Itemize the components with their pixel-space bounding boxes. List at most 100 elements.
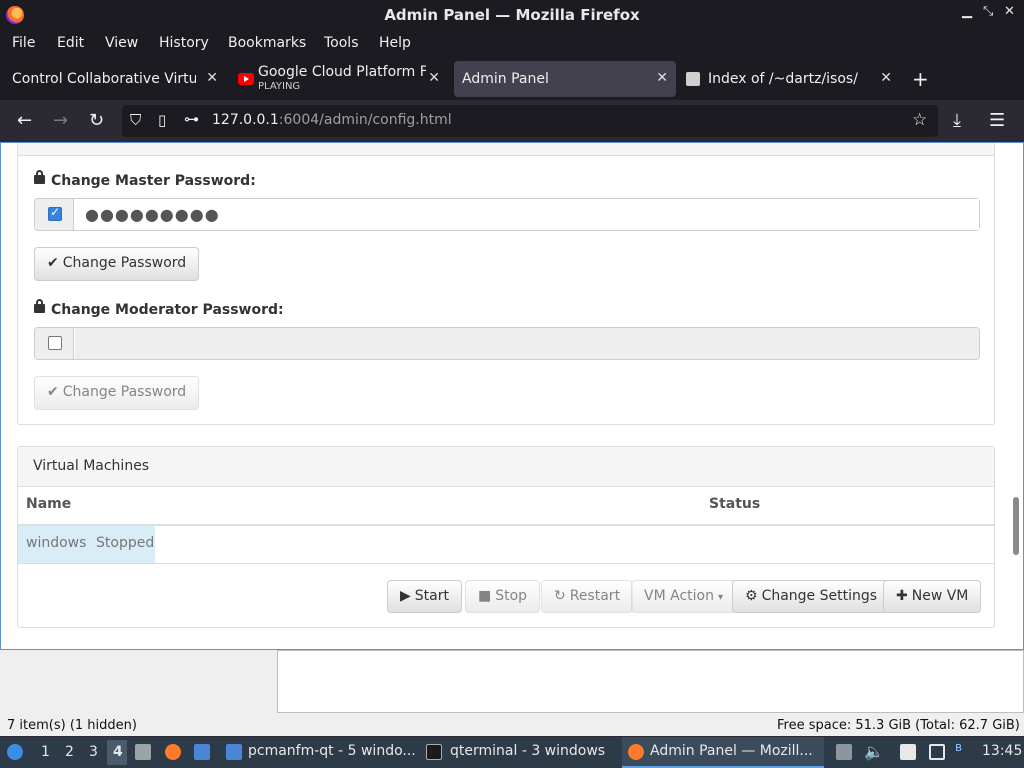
gear-icon: ⚙ bbox=[745, 588, 758, 604]
tab-google-cloud[interactable]: Google Cloud Platform Fr PLAYING ✕ bbox=[232, 61, 448, 97]
menu-edit[interactable]: Edit bbox=[57, 35, 84, 51]
table-row[interactable]: windows Stopped bbox=[18, 526, 155, 563]
lock-icon bbox=[34, 299, 45, 313]
workspace-1[interactable]: 1 bbox=[41, 744, 50, 760]
change-settings-button[interactable]: ⚙ Change Settings bbox=[732, 580, 891, 613]
terminal-icon bbox=[426, 744, 442, 760]
table-row-divider bbox=[18, 563, 994, 564]
new-tab-icon[interactable]: + bbox=[912, 67, 929, 91]
maximize-icon[interactable]: ⤡ bbox=[983, 4, 993, 19]
clipboard-icon[interactable] bbox=[900, 744, 916, 760]
tab-title: Control Collaborative Virtual bbox=[12, 71, 196, 87]
back-icon[interactable]: ← bbox=[17, 110, 32, 131]
window-titlebar: Admin Panel — Mozilla Firefox ▁ ⤡ ✕ bbox=[0, 0, 1024, 30]
forward-icon[interactable]: → bbox=[53, 110, 68, 131]
stop-icon: ■ bbox=[478, 588, 492, 604]
directory-icon bbox=[686, 72, 700, 86]
workspace-2[interactable]: 2 bbox=[65, 744, 74, 760]
tab-title: Admin Panel bbox=[462, 71, 549, 87]
master-password-input[interactable] bbox=[75, 199, 979, 230]
tab-index-isos[interactable]: Index of /~dartz/isos/ ✕ bbox=[682, 61, 900, 97]
tray-app-icon[interactable] bbox=[836, 744, 852, 760]
caret-down-icon: ▾ bbox=[717, 592, 723, 603]
page-icon[interactable]: ▯ bbox=[158, 111, 166, 129]
password-panel: Change Master Password: ✔Change Password… bbox=[17, 143, 995, 425]
change-moderator-password-button[interactable]: ✔ Change Password bbox=[34, 376, 200, 410]
clock[interactable]: 13:45 bbox=[982, 743, 1022, 759]
play-icon: ▶ bbox=[400, 588, 411, 604]
moderator-password-input[interactable] bbox=[75, 328, 979, 359]
menu-tools[interactable]: Tools bbox=[324, 35, 359, 51]
menu-history[interactable]: History bbox=[159, 35, 209, 51]
vm-status-cell: Stopped bbox=[96, 535, 155, 551]
task-qterminal[interactable]: qterminal - 3 windows bbox=[450, 743, 605, 759]
moderator-password-group bbox=[34, 327, 980, 360]
close-tab-icon[interactable]: ✕ bbox=[880, 70, 892, 86]
tab-playing-label: PLAYING bbox=[258, 81, 301, 92]
refresh-icon: ↻ bbox=[554, 588, 566, 604]
url-bar[interactable]: ⛉ ▯ ⊶ 127.0.0.1:6004/admin/config.html ☆ bbox=[122, 105, 938, 137]
network-icon[interactable] bbox=[929, 744, 945, 760]
lock-icon bbox=[34, 170, 45, 184]
stop-vm-button[interactable]: ■ Stop bbox=[465, 580, 541, 613]
close-tab-icon[interactable]: ✕ bbox=[206, 70, 218, 86]
master-password-toggle bbox=[35, 199, 74, 230]
firefox-launcher-icon[interactable] bbox=[165, 744, 181, 760]
vm-panel-header: Virtual Machines bbox=[18, 447, 994, 487]
vm-action-dropdown[interactable]: VM Action ▾ bbox=[631, 580, 736, 613]
file-manager-window bbox=[0, 650, 1024, 716]
plus-icon: ✚ bbox=[896, 588, 908, 604]
volume-icon[interactable]: 🔈 bbox=[864, 742, 884, 761]
navigation-bar: ← → ↻ ⛉ ▯ ⊶ 127.0.0.1:6004/admin/config.… bbox=[0, 100, 1024, 142]
start-menu-icon[interactable] bbox=[7, 744, 23, 760]
panel-header bbox=[18, 143, 994, 156]
moderator-password-label: Change Moderator Password: bbox=[34, 299, 284, 318]
file-manager-launcher-icon[interactable] bbox=[135, 744, 151, 760]
tab-title: Google Cloud Platform Fr bbox=[258, 64, 426, 80]
youtube-icon bbox=[238, 73, 254, 85]
task-firefox-label: Admin Panel — Mozill... bbox=[650, 743, 813, 759]
moderator-password-checkbox[interactable] bbox=[48, 336, 62, 350]
virtual-machines-panel: Virtual Machines Name Status windows Sto… bbox=[17, 446, 995, 628]
close-tab-icon[interactable]: ✕ bbox=[428, 70, 440, 86]
free-space-status: Free space: 51.3 GiB (Total: 62.7 GiB) bbox=[777, 718, 1020, 733]
reload-icon[interactable]: ↻ bbox=[89, 110, 104, 131]
minimize-icon[interactable]: ▁ bbox=[962, 4, 972, 19]
page-scrollbar-thumb[interactable] bbox=[1013, 497, 1019, 555]
close-window-icon[interactable]: ✕ bbox=[1004, 4, 1015, 19]
tab-control-collaborative[interactable]: Control Collaborative Virtual ✕ bbox=[4, 61, 226, 97]
folder-icon bbox=[226, 744, 242, 760]
bluetooth-icon[interactable]: ʙ bbox=[955, 740, 962, 754]
restart-vm-button[interactable]: ↻ Restart bbox=[541, 580, 634, 613]
check-icon: ✔ bbox=[47, 255, 59, 271]
file-manager-statusbar: 7 item(s) (1 hidden) Free space: 51.3 Gi… bbox=[0, 716, 1024, 736]
url-text[interactable]: 127.0.0.1:6004/admin/config.html bbox=[212, 112, 452, 128]
app-menu-icon[interactable]: ☰ bbox=[989, 110, 1005, 131]
desktop-icon[interactable] bbox=[194, 744, 210, 760]
close-tab-icon[interactable]: ✕ bbox=[656, 70, 668, 86]
firefox-icon bbox=[628, 744, 644, 760]
start-vm-button[interactable]: ▶ Start bbox=[387, 580, 462, 613]
tab-title: Index of /~dartz/isos/ bbox=[708, 71, 858, 87]
menu-help[interactable]: Help bbox=[379, 35, 411, 51]
downloads-icon[interactable]: ⤓ bbox=[953, 110, 961, 131]
new-vm-button[interactable]: ✚ New VM bbox=[883, 580, 982, 613]
master-password-checkbox[interactable] bbox=[48, 205, 62, 221]
file-manager-view[interactable] bbox=[277, 650, 1024, 713]
tab-bar: Control Collaborative Virtual ✕ Google C… bbox=[0, 58, 1024, 100]
check-icon: ✔ bbox=[47, 384, 59, 400]
bookmark-star-icon[interactable]: ☆ bbox=[912, 110, 927, 130]
menu-bookmarks[interactable]: Bookmarks bbox=[228, 35, 306, 51]
page-content: Change Master Password: ✔Change Password… bbox=[0, 142, 1024, 650]
menu-view[interactable]: View bbox=[105, 35, 138, 51]
change-master-password-button[interactable]: ✔ Change Password bbox=[34, 247, 200, 281]
menu-file[interactable]: File bbox=[12, 35, 35, 51]
key-icon[interactable]: ⊶ bbox=[184, 110, 199, 128]
workspace-4[interactable]: 4 bbox=[113, 744, 123, 760]
tab-admin-panel[interactable]: Admin Panel ✕ bbox=[454, 61, 676, 97]
workspace-3[interactable]: 3 bbox=[89, 744, 98, 760]
window-title: Admin Panel — Mozilla Firefox bbox=[384, 6, 640, 24]
task-pcmanfm[interactable]: pcmanfm-qt - 5 windo... bbox=[248, 743, 416, 759]
shield-icon[interactable]: ⛉ bbox=[130, 111, 141, 129]
task-firefox-active[interactable]: Admin Panel — Mozill... bbox=[622, 737, 824, 768]
